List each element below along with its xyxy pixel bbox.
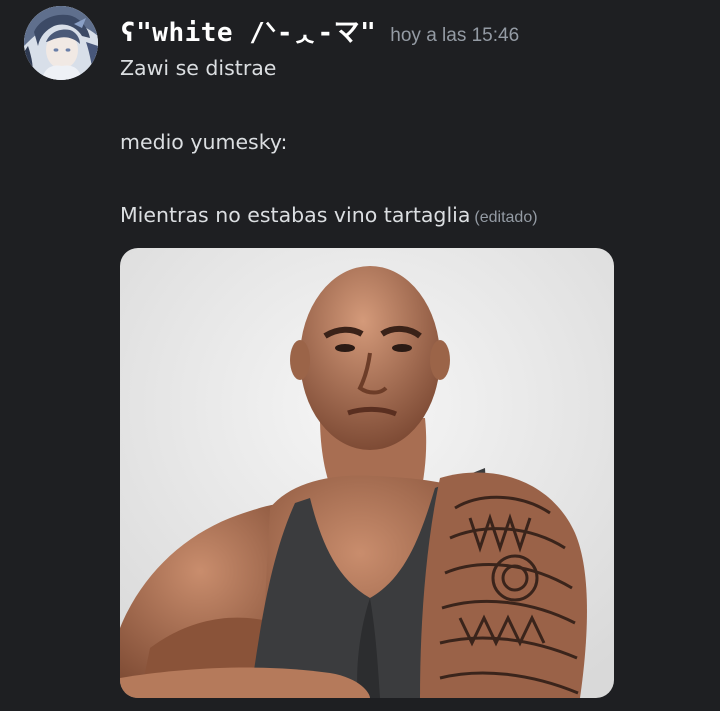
message-timestamp[interactable]: hoy a las 15:46 — [390, 25, 519, 47]
message-line: medio yumesky: — [120, 130, 288, 154]
message-header: ʕ"white /ᐠ-ᆺ-マ" hoy a las 15:46 — [120, 12, 519, 52]
user-avatar-icon[interactable] — [24, 6, 98, 80]
message-line-text: Mientras no estabas vino tartaglia — [120, 203, 471, 227]
avatar-image — [24, 6, 98, 80]
chat-message: ʕ"white /ᐠ-ᆺ-マ" hoy a las 15:46 Zawi se … — [0, 0, 720, 711]
image-attachment-icon[interactable] — [120, 248, 614, 698]
message-line-edited: Mientras no estabas vino tartaglia (edita… — [120, 203, 538, 227]
attachment-image — [120, 248, 614, 698]
author-username[interactable]: ʕ"white /ᐠ-ᆺ-マ" — [120, 12, 376, 49]
message-line: Zawi se distrae — [120, 56, 277, 80]
edited-label: (editado) — [474, 209, 538, 226]
